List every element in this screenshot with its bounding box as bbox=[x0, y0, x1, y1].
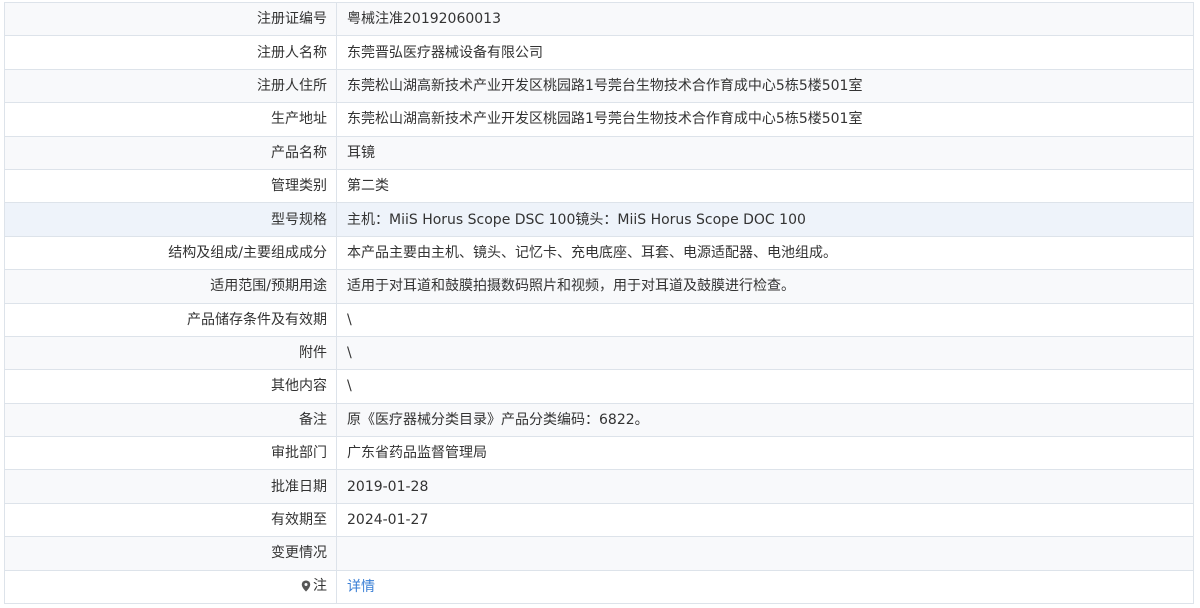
note-label-cell: 注 bbox=[4, 569, 337, 605]
row-label: 其他内容 bbox=[4, 369, 337, 404]
registration-detail-table: 注册证编号 粤械注准20192060013 注册人名称 东莞晋弘医疗器械设备有限… bbox=[4, 1, 1194, 605]
row-value bbox=[336, 536, 1194, 571]
table-row: 其他内容 \ bbox=[4, 369, 1194, 404]
table-row: 注册证编号 粤械注准20192060013 bbox=[4, 1, 1194, 37]
table-row: 产品储存条件及有效期 \ bbox=[4, 302, 1194, 337]
table-row: 产品名称 耳镜 bbox=[4, 135, 1194, 170]
note-row: 注 详情 bbox=[4, 569, 1194, 605]
table-row: 生产地址 东莞松山湖高新技术产业开发区桃园路1号莞台生物技术合作育成中心5栋5楼… bbox=[4, 102, 1194, 137]
row-label: 产品储存条件及有效期 bbox=[4, 302, 337, 337]
table-row: 注册人住所 东莞松山湖高新技术产业开发区桃园路1号莞台生物技术合作育成中心5栋5… bbox=[4, 68, 1194, 104]
row-label: 管理类别 bbox=[4, 168, 337, 204]
table-row: 变更情况 bbox=[4, 536, 1194, 571]
row-label: 注册人住所 bbox=[4, 68, 337, 104]
row-label: 注册证编号 bbox=[4, 1, 337, 37]
row-value: 适用于对耳道和鼓膜拍摄数码照片和视频，用于对耳道及鼓膜进行检查。 bbox=[336, 269, 1194, 304]
row-value: 原《医疗器械分类目录》产品分类编码：6822。 bbox=[336, 402, 1194, 438]
row-value: 广东省药品监督管理局 bbox=[336, 436, 1194, 471]
row-label: 备注 bbox=[4, 402, 337, 438]
table-row: 批准日期 2019-01-28 bbox=[4, 469, 1194, 504]
table-row-highlighted: 型号规格 主机：MiiS Horus Scope DSC 100镜头：MiiS … bbox=[4, 202, 1194, 237]
row-value: 2024-01-27 bbox=[336, 502, 1194, 538]
row-value: 第二类 bbox=[336, 168, 1194, 204]
row-value: \ bbox=[336, 302, 1194, 337]
table-row: 备注 原《医疗器械分类目录》产品分类编码：6822。 bbox=[4, 402, 1194, 438]
row-label: 审批部门 bbox=[4, 436, 337, 471]
row-label: 附件 bbox=[4, 335, 337, 371]
row-label: 产品名称 bbox=[4, 135, 337, 170]
table-row: 结构及组成/主要组成成分 本产品主要由主机、镜头、记忆卡、充电底座、耳套、电源适… bbox=[4, 235, 1194, 271]
row-value: 主机：MiiS Horus Scope DSC 100镜头：MiiS Horus… bbox=[336, 202, 1194, 237]
row-value: 东莞晋弘医疗器械设备有限公司 bbox=[336, 35, 1194, 70]
table-row: 注册人名称 东莞晋弘医疗器械设备有限公司 bbox=[4, 35, 1194, 70]
row-label: 型号规格 bbox=[4, 202, 337, 237]
row-value: 耳镜 bbox=[336, 135, 1194, 170]
row-value: 2019-01-28 bbox=[336, 469, 1194, 504]
row-value: \ bbox=[336, 369, 1194, 404]
row-value: 东莞松山湖高新技术产业开发区桃园路1号莞台生物技术合作育成中心5栋5楼501室 bbox=[336, 68, 1194, 104]
row-label: 结构及组成/主要组成成分 bbox=[4, 235, 337, 271]
row-label: 适用范围/预期用途 bbox=[4, 269, 337, 304]
details-link[interactable]: 详情 bbox=[347, 579, 375, 595]
note-label-text: 注 bbox=[313, 577, 327, 594]
table-row: 适用范围/预期用途 适用于对耳道和鼓膜拍摄数码照片和视频，用于对耳道及鼓膜进行检… bbox=[4, 269, 1194, 304]
table-row: 附件 \ bbox=[4, 335, 1194, 371]
row-value: 东莞松山湖高新技术产业开发区桃园路1号莞台生物技术合作育成中心5栋5楼501室 bbox=[336, 102, 1194, 137]
table-row: 管理类别 第二类 bbox=[4, 168, 1194, 204]
row-value: \ bbox=[336, 335, 1194, 371]
row-label: 变更情况 bbox=[4, 536, 337, 571]
table-row: 审批部门 广东省药品监督管理局 bbox=[4, 436, 1194, 471]
row-value: 粤械注准20192060013 bbox=[336, 1, 1194, 37]
row-label: 批准日期 bbox=[4, 469, 337, 504]
row-value: 本产品主要由主机、镜头、记忆卡、充电底座、耳套、电源适配器、电池组成。 bbox=[336, 235, 1194, 271]
row-label: 注册人名称 bbox=[4, 35, 337, 70]
note-value-cell: 详情 bbox=[336, 569, 1194, 605]
note-label: 注 bbox=[301, 577, 327, 595]
row-label: 生产地址 bbox=[4, 102, 337, 137]
table-row: 有效期至 2024-01-27 bbox=[4, 502, 1194, 538]
map-pin-icon bbox=[301, 580, 311, 592]
row-label: 有效期至 bbox=[4, 502, 337, 538]
